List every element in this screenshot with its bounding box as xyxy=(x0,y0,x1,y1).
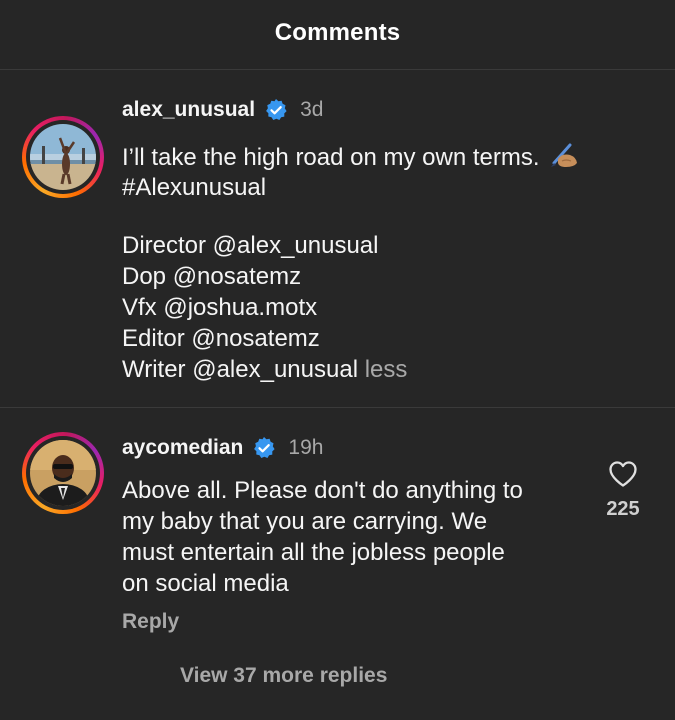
credit-dop: Dop @nosatemz xyxy=(122,263,302,290)
like-count: 225 xyxy=(606,498,640,520)
caption-header: alex_unusual 3d xyxy=(122,98,323,122)
story-ring[interactable] xyxy=(22,116,104,198)
comment-username[interactable]: aycomedian xyxy=(122,436,243,460)
hashtag-link[interactable]: #Alexunusual xyxy=(122,172,266,203)
comment-text-line-1: Above all. Please don't do anything to xyxy=(122,477,523,504)
reply-button[interactable]: Reply xyxy=(122,610,179,634)
like-control: 225 xyxy=(595,460,651,521)
avatar-portrait-photo xyxy=(30,440,96,506)
credit-director: Director @alex_unusual xyxy=(122,232,379,259)
credit-vfx: Vfx @joshua.motx xyxy=(122,294,318,321)
verified-badge-icon xyxy=(266,99,287,120)
heart-icon[interactable] xyxy=(608,460,638,488)
caption-comment: alex_unusual 3d I’ll take the high road … xyxy=(0,70,675,408)
comment-timestamp: 19h xyxy=(288,436,324,459)
less-button[interactable]: less xyxy=(365,356,408,383)
view-more-replies-button[interactable]: View 37 more replies xyxy=(180,664,387,688)
comment-header: aycomedian 19h xyxy=(122,436,323,460)
avatar-beach-photo xyxy=(30,124,96,190)
comment-text-line-2: my baby that you are carrying. We xyxy=(122,508,488,535)
credit-writer: Writer @alex_unusual xyxy=(122,356,359,383)
avatar[interactable] xyxy=(30,440,96,506)
avatar[interactable] xyxy=(30,124,96,190)
comment-item: aycomedian 19h Above all. Please don't d… xyxy=(0,408,675,720)
credit-writer-line: Writer @alex_unusual less xyxy=(122,354,407,385)
caption-line-1: I’ll take the high road on my own terms. xyxy=(122,141,580,173)
comment-text-line-4: on social media xyxy=(122,570,289,597)
comments-header: Comments xyxy=(0,0,675,70)
avatar-border xyxy=(26,436,100,510)
story-ring[interactable] xyxy=(22,432,104,514)
caption-username[interactable]: alex_unusual xyxy=(122,98,255,122)
caption-timestamp: 3d xyxy=(300,98,324,121)
verified-badge-icon xyxy=(254,437,275,458)
page-title: Comments xyxy=(274,19,401,46)
comment-text-line-3: must entertain all the jobless people xyxy=(122,539,505,566)
caption-text: I’ll take the high road on my own terms. xyxy=(122,144,540,171)
writing-hand-icon xyxy=(550,143,577,167)
credit-editor: Editor @nosatemz xyxy=(122,325,320,352)
avatar-border xyxy=(26,120,100,194)
